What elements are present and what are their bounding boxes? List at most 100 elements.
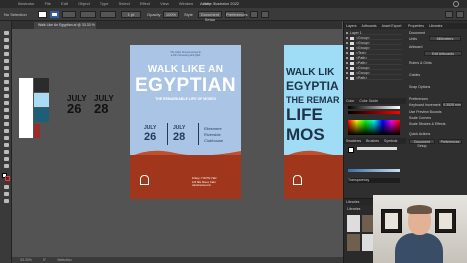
free-transform-tool-icon[interactable] xyxy=(2,128,10,134)
layer-row[interactable]: <Group> xyxy=(346,41,402,45)
scale-corners-checkbox[interactable]: Scale Corners xyxy=(409,116,431,120)
stroke-weight-dropdown[interactable]: 1 pt xyxy=(121,11,141,18)
layer-row[interactable]: <Group> xyxy=(346,36,402,40)
layer-row[interactable]: Layer 1 xyxy=(346,31,402,35)
eye-icon[interactable] xyxy=(346,52,348,54)
fill-color-swatch[interactable] xyxy=(38,11,47,18)
share-icon[interactable] xyxy=(456,11,464,18)
layer-row[interactable]: <Group> xyxy=(346,46,402,50)
stroke-box[interactable] xyxy=(5,176,10,181)
fill-stroke-icon[interactable] xyxy=(2,173,10,181)
swatch-red[interactable] xyxy=(34,124,40,138)
rotate-tool-icon[interactable] xyxy=(2,107,10,113)
align-icon[interactable] xyxy=(250,11,258,18)
brush-dropdown[interactable] xyxy=(100,11,116,18)
zoom-tool-icon[interactable] xyxy=(2,163,10,169)
layer-row[interactable]: <Text> xyxy=(346,51,402,55)
zoom-level[interactable]: 33.33% xyxy=(20,258,32,262)
artboard-tool-icon[interactable] xyxy=(2,149,10,155)
color-spectrum-picker[interactable] xyxy=(348,120,400,135)
transform-icon[interactable] xyxy=(261,11,269,18)
drawing-modes-icon[interactable] xyxy=(2,184,10,190)
swatch-white-column[interactable] xyxy=(19,78,33,138)
swatch-light-blue[interactable] xyxy=(34,93,49,107)
units-dropdown[interactable]: Millimeters xyxy=(429,36,461,41)
menu-edit[interactable]: Edit xyxy=(61,1,68,6)
stroke-color-swatch[interactable] xyxy=(50,11,59,18)
paintbrush-tool-icon[interactable] xyxy=(2,86,10,92)
edit-artboards-button[interactable]: Edit Artboards xyxy=(424,51,462,56)
eye-icon[interactable] xyxy=(346,77,348,79)
pen-tool-icon[interactable] xyxy=(2,51,10,57)
layer-row[interactable]: <Path> xyxy=(346,61,402,65)
tab-properties[interactable]: Properties xyxy=(408,24,424,28)
rectangle-tool-icon[interactable] xyxy=(2,79,10,85)
eye-icon[interactable] xyxy=(346,32,348,34)
menu-illustrator[interactable]: Illustrator xyxy=(18,1,34,6)
layer-row[interactable]: <Path> xyxy=(346,76,402,80)
tab-layers[interactable]: Layers xyxy=(346,24,357,28)
artboard-canvas[interactable]: JULY 26 JULY 28 The Cairo Cinema present… xyxy=(12,29,343,257)
layer-row[interactable]: <Group> xyxy=(346,71,402,75)
magic-wand-tool-icon[interactable] xyxy=(2,44,10,50)
tab-artboards[interactable]: Artboards xyxy=(362,24,377,28)
july-dates-block[interactable]: JULY 26 JULY 28 xyxy=(67,94,127,116)
workspace-switcher-icon[interactable] xyxy=(445,11,453,18)
screen-mode-icon[interactable] xyxy=(2,191,10,197)
layer-row[interactable]: <Group> xyxy=(346,66,402,70)
blend-tool-icon[interactable] xyxy=(2,142,10,148)
variable-width-dropdown[interactable] xyxy=(80,11,96,18)
preferences-button[interactable]: Preferences xyxy=(225,11,248,18)
eye-icon[interactable] xyxy=(346,57,348,59)
menu-type[interactable]: Type xyxy=(100,1,109,6)
tab-libraries-top[interactable]: Libraries xyxy=(429,24,442,28)
document-tab[interactable]: Walk Like An Egyptian.ai @ 33.33 % (RGB/… xyxy=(34,22,96,29)
swatch-teal[interactable] xyxy=(34,108,49,122)
properties-document-setup-button[interactable]: Document Setup xyxy=(409,139,435,148)
color-slider[interactable] xyxy=(348,106,400,109)
eye-icon[interactable] xyxy=(346,62,348,64)
menu-file[interactable]: File xyxy=(45,1,51,6)
width-tool-icon[interactable] xyxy=(2,121,10,127)
menu-window[interactable]: Window xyxy=(179,1,193,6)
tab-color[interactable]: Color xyxy=(346,99,354,103)
tab-swatches[interactable]: Swatches xyxy=(346,139,361,143)
eye-icon[interactable] xyxy=(346,37,348,39)
hand-tool-icon[interactable] xyxy=(2,156,10,162)
poster-artboard-2[interactable]: WALK LIK EGYPTIA THE REMAR LIFE MOS xyxy=(284,45,343,199)
tab-symbols[interactable]: Symbols xyxy=(384,139,397,143)
document-setup-button[interactable]: Document Setup xyxy=(198,11,222,22)
tab-color-guide[interactable]: Color Guide xyxy=(359,99,378,103)
scale-strokes-checkbox[interactable]: Scale Strokes & Effects xyxy=(409,122,446,126)
tab-brushes[interactable]: Brushes xyxy=(366,139,379,143)
swatch-row[interactable] xyxy=(357,147,397,150)
swatch-dark[interactable] xyxy=(34,78,49,92)
opacity-field[interactable]: 100% xyxy=(163,11,179,18)
library-item-thumbnail[interactable] xyxy=(347,215,360,232)
scale-tool-icon[interactable] xyxy=(2,114,10,120)
menu-select[interactable]: Select xyxy=(119,1,130,6)
line-tool-icon[interactable] xyxy=(2,72,10,78)
use-preview-bounds-checkbox[interactable]: Use Preview Bounds xyxy=(409,110,442,114)
eyedropper-tool-icon[interactable] xyxy=(2,135,10,141)
rotation-level[interactable]: 0° xyxy=(43,258,46,262)
eraser-tool-icon[interactable] xyxy=(2,100,10,106)
eye-icon[interactable] xyxy=(346,42,348,44)
stroke-weight-field[interactable] xyxy=(62,11,76,18)
layer-row[interactable]: <Path> xyxy=(346,56,402,60)
poster-artboard-1[interactable]: The Cairo Cinema presents a Film Screeni… xyxy=(130,45,241,199)
type-tool-icon[interactable] xyxy=(2,65,10,71)
direct-selection-tool-icon[interactable] xyxy=(2,37,10,43)
tab-asset-export[interactable]: Asset Export xyxy=(382,24,402,28)
eye-icon[interactable] xyxy=(346,67,348,69)
eye-icon[interactable] xyxy=(346,47,348,49)
menu-object[interactable]: Object xyxy=(78,1,90,6)
menu-view[interactable]: View xyxy=(160,1,169,6)
edit-toolbar-icon[interactable] xyxy=(2,198,10,204)
properties-preferences-button[interactable]: Preferences xyxy=(438,139,462,144)
curvature-tool-icon[interactable] xyxy=(2,58,10,64)
color-slider[interactable] xyxy=(348,111,400,114)
eye-icon[interactable] xyxy=(346,72,348,74)
shaper-tool-icon[interactable] xyxy=(2,93,10,99)
search-icon[interactable] xyxy=(453,1,459,7)
